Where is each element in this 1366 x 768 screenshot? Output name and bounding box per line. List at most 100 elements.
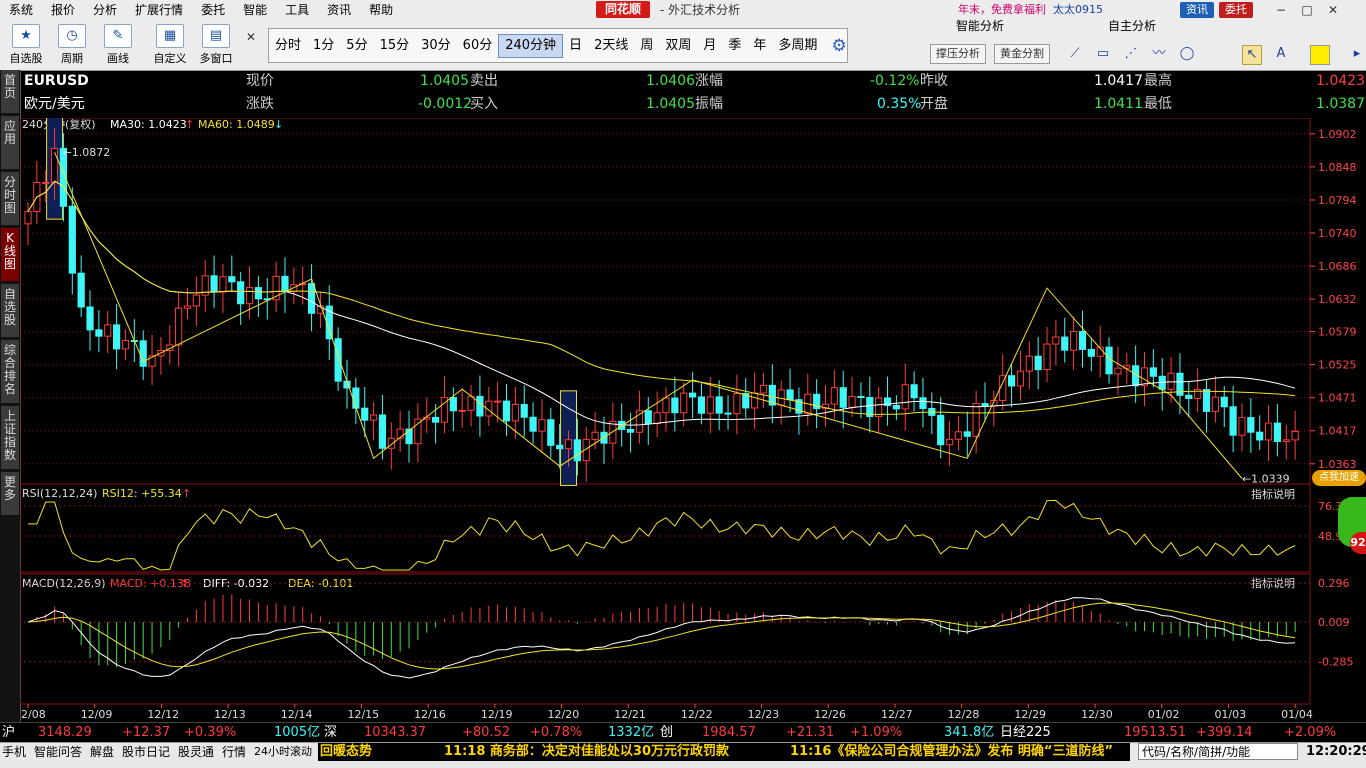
chart-area[interactable]: 240分钟(复权) MA30: 1.0423 ↑ MA60: 1.0489 ↓ … xyxy=(14,98,1366,725)
ellipse-draw-icon[interactable]: ◯ xyxy=(1178,45,1196,63)
maximize-icon[interactable]: □ xyxy=(1296,2,1318,18)
bottom-tab-quotes[interactable]: 行情 xyxy=(222,743,246,761)
ma60-line xyxy=(27,180,1296,415)
code-search-input[interactable]: 代码/名称/简拼/功能 xyxy=(1138,743,1298,760)
menu-system[interactable]: 系统 xyxy=(0,0,42,20)
menu-analysis[interactable]: 分析 xyxy=(84,0,126,20)
candle-body-up xyxy=(653,412,661,425)
candle-body-up xyxy=(662,397,670,414)
bottom-tab-24h[interactable]: 24小时滚动 xyxy=(254,743,312,761)
tab-more[interactable]: 更多 xyxy=(1,472,19,516)
menu-news[interactable]: 资讯 xyxy=(318,0,360,20)
period-60m[interactable]: 60分 xyxy=(457,35,499,57)
rect-draw-icon[interactable]: ▭ xyxy=(1094,45,1112,63)
custom-tool[interactable]: ▦ 自定义 xyxy=(148,24,192,66)
draw-tool[interactable]: ✎ 画线 xyxy=(98,24,138,66)
news-ticker[interactable]: 回暖态势 11:18 商务部：决定对佳能处以30万元行政罚款 11:16《保险公… xyxy=(318,743,1130,761)
tab-timeshare-chart[interactable]: 分时图 xyxy=(1,172,19,226)
candle-body-up xyxy=(945,438,954,446)
candle-body-up xyxy=(396,428,404,439)
candle-body-down xyxy=(724,412,732,415)
macd-help-button[interactable]: 指标说明 xyxy=(1251,576,1295,590)
pen-icon: ✎ xyxy=(104,24,132,48)
tab-sh-index[interactable]: 上证指数 xyxy=(1,406,19,470)
candle-body-down xyxy=(671,397,679,414)
macd-tick-label: 0.296 xyxy=(1318,577,1350,590)
period-tool[interactable]: ◷ 周期 xyxy=(52,24,92,66)
period-2day[interactable]: 2天线 xyxy=(588,35,634,57)
menu-trade[interactable]: 委托 xyxy=(192,0,234,20)
period-30m[interactable]: 30分 xyxy=(415,35,457,57)
bottom-tab-diary[interactable]: 股市日记 xyxy=(122,743,170,761)
y-tick-label: 1.0794 xyxy=(1318,194,1357,207)
channel-draw-icon[interactable]: ⋰ xyxy=(1122,45,1140,63)
period-day[interactable]: 日 xyxy=(563,35,588,57)
period-15m[interactable]: 15分 xyxy=(374,35,416,57)
bottom-tab-qa[interactable]: 智能问答 xyxy=(34,743,82,761)
toolbar-close-icon[interactable]: ✕ xyxy=(246,30,256,44)
period-year[interactable]: 年 xyxy=(747,35,772,57)
period-multi[interactable]: 多周期 xyxy=(772,35,823,57)
menu-quote[interactable]: 报价 xyxy=(42,0,84,20)
tab-apps[interactable]: 应用 xyxy=(1,116,19,170)
cursor-icon[interactable]: ↖ xyxy=(1242,45,1262,65)
menu-smart[interactable]: 智能 xyxy=(234,0,276,20)
news-item-2[interactable]: 11:18 商务部：决定对佳能处以30万元行政罚款 xyxy=(444,743,729,761)
close-icon[interactable]: ✕ xyxy=(1322,2,1344,18)
ma30-label: MA30: 1.0423 xyxy=(110,118,187,131)
bottom-tab-commentary[interactable]: 解盘 xyxy=(90,743,114,761)
period-1m[interactable]: 1分 xyxy=(307,35,340,57)
golden-section-button[interactable]: 黄金分割 xyxy=(994,44,1050,64)
candle-body-down xyxy=(688,392,697,398)
trade-button[interactable]: 委托 xyxy=(1219,2,1253,18)
period-240m[interactable]: 240分钟 xyxy=(498,33,564,58)
menu-help[interactable]: 帮助 xyxy=(360,0,402,20)
tab-ranking[interactable]: 综合排名 xyxy=(1,340,19,404)
menu-tools[interactable]: 工具 xyxy=(276,0,318,20)
candle-body-down xyxy=(77,272,85,308)
candle-body-down xyxy=(139,340,147,367)
symbol-name: 欧元/美元 xyxy=(24,96,85,112)
period-week[interactable]: 周 xyxy=(634,35,659,57)
macd-tick-label: 0.009 xyxy=(1318,616,1350,629)
menu-extended[interactable]: 扩展行情 xyxy=(126,0,192,20)
pressure-analysis-button[interactable]: 撑压分析 xyxy=(930,44,986,64)
text-tool-icon[interactable]: A xyxy=(1272,45,1290,63)
x-tick-label: 12/23 xyxy=(748,708,780,721)
line-draw-icon[interactable]: ⟋ xyxy=(1066,45,1084,63)
color-picker-icon[interactable] xyxy=(1310,45,1330,65)
speedup-badge[interactable]: 点我加速 xyxy=(1312,470,1366,486)
tab-home[interactable]: 首页 xyxy=(1,70,19,114)
news-item-1[interactable]: 回暖态势 xyxy=(320,743,372,761)
scroll-right-icon[interactable]: ▸ xyxy=(1348,45,1366,63)
news-item-3[interactable]: 11:16《保险公司合规管理办法》发布 明确“三道防线” xyxy=(790,743,1113,761)
period-2week[interactable]: 双周 xyxy=(659,35,697,57)
app-title: - 外汇技术分析 xyxy=(660,3,741,17)
period-5m[interactable]: 5分 xyxy=(340,35,373,57)
x-tick-label: 12/14 xyxy=(281,708,313,721)
x-tick-label: 12/15 xyxy=(347,708,379,721)
value-prev-close: 1.0417 xyxy=(1094,73,1143,89)
multiwindow-tool[interactable]: ▤ 多窗口 xyxy=(194,24,238,66)
tab-kline-chart[interactable]: K线图 xyxy=(1,228,19,282)
wave-draw-icon[interactable]: 〰 xyxy=(1150,45,1168,63)
minimize-icon[interactable]: − xyxy=(1270,2,1292,18)
period-quarter[interactable]: 季 xyxy=(722,35,747,57)
candle-body-up xyxy=(104,324,112,337)
candle-body-up xyxy=(591,431,599,440)
kline-chart-svg[interactable]: 240分钟(复权) MA30: 1.0423 ↑ MA60: 1.0489 ↓ … xyxy=(14,98,1366,722)
tab-watchlist[interactable]: 自选股 xyxy=(1,284,19,338)
candle-body-down xyxy=(95,329,103,337)
label-change: 涨跌 xyxy=(246,96,274,112)
bottom-tab-gulingtong[interactable]: 股灵通 xyxy=(178,743,214,761)
news-button[interactable]: 资讯 xyxy=(1180,2,1214,18)
period-timeshare[interactable]: 分时 xyxy=(269,35,307,57)
candle-body-up xyxy=(1140,367,1149,387)
candle-body-up xyxy=(1025,355,1033,372)
rsi-help-button[interactable]: 指标说明 xyxy=(1251,487,1295,501)
bottom-tab-mobile[interactable]: 手机 xyxy=(2,743,26,761)
watchlist-tool[interactable]: ★ 自选股 xyxy=(6,24,46,66)
period-month[interactable]: 月 xyxy=(697,35,722,57)
gear-icon[interactable]: ⚙ xyxy=(831,36,846,56)
y-tick-label: 1.0471 xyxy=(1318,392,1357,405)
